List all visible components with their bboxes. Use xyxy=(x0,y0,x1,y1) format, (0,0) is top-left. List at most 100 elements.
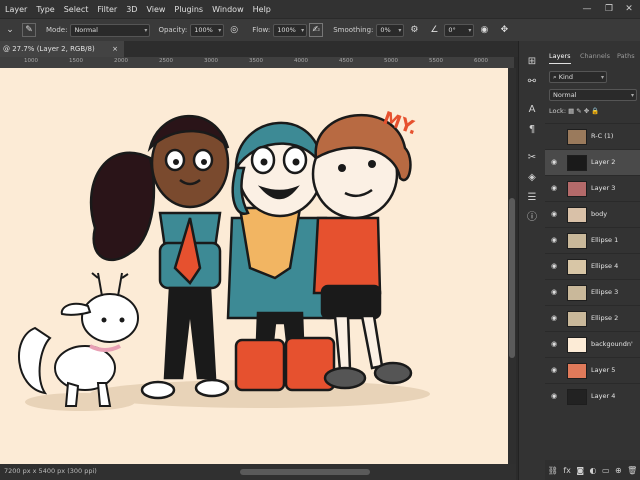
airbrush-icon[interactable]: ✍ xyxy=(309,23,324,37)
close-window-button[interactable]: ✕ xyxy=(618,0,640,18)
menu-type[interactable]: Type xyxy=(36,5,54,14)
adjust-icon[interactable]: ⚯ xyxy=(522,73,542,91)
symmetry-icon[interactable]: ✥ xyxy=(496,22,512,38)
tab-channels[interactable]: Channels xyxy=(580,49,610,63)
history-icon[interactable]: ⊞ xyxy=(522,53,542,71)
trash-icon[interactable]: 🗑 xyxy=(627,466,637,475)
layer-row[interactable]: ◉ Layer 3 xyxy=(545,175,640,202)
eye-icon[interactable]: ◉ xyxy=(551,366,559,374)
layer-row[interactable]: ◉ Ellipse 2 xyxy=(545,305,640,332)
layer-name: body xyxy=(591,210,608,218)
layers-icon[interactable]: ◈ xyxy=(522,169,542,187)
vertical-scrollbar[interactable] xyxy=(508,68,516,464)
layer-thumbnail xyxy=(567,181,587,197)
restore-button[interactable]: ❐ xyxy=(598,0,620,18)
eye-icon[interactable]: ◉ xyxy=(551,340,559,348)
lock-row: Lock: ▦ ✎ ✥ 🔒 xyxy=(549,107,637,117)
layer-row[interactable]: ◉ backgoundn' xyxy=(545,331,640,358)
layer-thumbnail xyxy=(567,311,587,327)
menu-view[interactable]: View xyxy=(146,5,165,14)
link-icon[interactable]: ⛓ xyxy=(548,466,558,475)
opacity-field[interactable]: 100% xyxy=(190,23,225,37)
info-icon[interactable]: ⓘ xyxy=(522,209,542,227)
menu-3d[interactable]: 3D xyxy=(126,5,137,14)
smoothing-field[interactable]: 0% xyxy=(376,23,405,37)
fx-icon[interactable]: fx xyxy=(563,466,571,475)
menu-layer[interactable]: Layer xyxy=(5,5,27,14)
ruler-mark: 4500 xyxy=(339,58,353,64)
eye-icon[interactable]: ◉ xyxy=(551,392,559,400)
menu-select[interactable]: Select xyxy=(64,5,89,14)
ruler-mark: 5500 xyxy=(429,58,443,64)
pressure-size-icon[interactable]: ◉ xyxy=(476,22,492,38)
layer-row[interactable]: ◉ Ellipse 4 xyxy=(545,253,640,280)
ruler-mark: 2500 xyxy=(159,58,173,64)
document-canvas[interactable]: MY. xyxy=(0,68,508,464)
options-bar: ⌄ ✎ Mode: Normal Opacity: 100% ◎ Flow: 1… xyxy=(0,18,640,42)
eye-icon[interactable]: ◉ xyxy=(551,262,559,270)
pressure-opacity-icon[interactable]: ◎ xyxy=(226,22,242,38)
tools-icon[interactable]: ✂ xyxy=(522,149,542,167)
layer-row[interactable]: ◉ Ellipse 3 xyxy=(545,279,640,306)
menu-filter[interactable]: Filter xyxy=(97,5,117,14)
layer-row[interactable]: ◉ Layer 2 xyxy=(545,149,640,176)
gear-icon[interactable]: ⚙ xyxy=(406,22,422,38)
ruler-mark: 4000 xyxy=(294,58,308,64)
properties-icon[interactable]: ☰ xyxy=(522,189,542,207)
minimize-button[interactable]: — xyxy=(576,0,598,18)
tab-paths[interactable]: Paths xyxy=(617,49,635,63)
eye-icon[interactable]: ◉ xyxy=(551,236,559,244)
close-tab-icon[interactable]: × xyxy=(112,41,118,57)
ruler-mark: 6000 xyxy=(474,58,488,64)
horizontal-scroll-thumb[interactable] xyxy=(240,469,370,475)
eye-icon[interactable]: ◉ xyxy=(551,210,559,218)
angle-field[interactable]: 0° xyxy=(444,23,475,37)
layer-thumbnail xyxy=(567,285,587,301)
character-frida xyxy=(89,114,230,400)
lock-icon[interactable]: ▦ ✎ ✥ 🔒 xyxy=(568,107,599,115)
layer-row[interactable]: ◉ body xyxy=(545,201,640,228)
mode-select[interactable]: Normal xyxy=(70,23,151,37)
layers-panel: Layers Channels Paths ⌕ Kind Normal Lock… xyxy=(545,41,640,480)
mode-label: Mode: xyxy=(46,26,68,34)
layer-row[interactable]: ◉ Ellipse 1 xyxy=(545,227,640,254)
eye-icon[interactable]: ◉ xyxy=(551,314,559,322)
kind-filter-select[interactable]: ⌕ Kind xyxy=(549,71,607,83)
layers-panel-footer: ⛓ fx ◙ ◐ ▭ ⊕ 🗑 xyxy=(545,460,640,480)
menu-help[interactable]: Help xyxy=(253,5,271,14)
layer-row[interactable]: ◉ Layer 5 xyxy=(545,357,640,384)
opacity-label: Opacity: xyxy=(158,26,188,34)
flow-field[interactable]: 100% xyxy=(273,23,308,37)
eye-icon[interactable]: ◉ xyxy=(551,184,559,192)
character-icon[interactable]: A xyxy=(522,101,542,119)
ruler-mark: 3000 xyxy=(204,58,218,64)
document-tab-bar: @ 27.7% (Layer 2, RGB/8) × xyxy=(0,41,520,57)
brush-preset-icon[interactable]: ✎ xyxy=(22,23,36,37)
layer-name: backgoundn' xyxy=(591,340,633,348)
menu-window[interactable]: Window xyxy=(212,5,244,14)
adjustment-icon[interactable]: ◐ xyxy=(590,466,597,475)
smoothing-label: Smoothing: xyxy=(333,26,374,34)
tab-layers[interactable]: Layers xyxy=(549,49,571,64)
blend-mode-select[interactable]: Normal xyxy=(549,89,637,101)
layer-name: Ellipse 3 xyxy=(591,288,619,296)
eye-icon[interactable]: ◉ xyxy=(551,158,559,166)
collapse-chevron-icon[interactable]: ⌄ xyxy=(2,22,18,38)
folder-icon[interactable]: ▭ xyxy=(602,466,610,475)
layer-name: Layer 2 xyxy=(591,158,616,166)
paragraph-icon[interactable]: ¶ xyxy=(522,121,542,139)
flow-label: Flow: xyxy=(252,26,271,34)
deer-shadow xyxy=(25,393,135,411)
menu-plugins[interactable]: Plugins xyxy=(174,5,203,14)
new-layer-icon[interactable]: ⊕ xyxy=(615,466,622,475)
mask-icon[interactable]: ◙ xyxy=(576,466,584,475)
document-tab[interactable]: @ 27.7% (Layer 2, RGB/8) × xyxy=(0,41,124,57)
document-title: @ 27.7% (Layer 2, RGB/8) xyxy=(3,45,95,53)
layer-thumbnail xyxy=(567,207,587,223)
eye-icon[interactable]: ◉ xyxy=(551,288,559,296)
layer-name: Ellipse 1 xyxy=(591,236,619,244)
layer-row[interactable]: ◉ Layer 4 xyxy=(545,383,640,410)
vertical-scroll-thumb[interactable] xyxy=(509,198,515,358)
ruler-mark: 2000 xyxy=(114,58,128,64)
layer-row[interactable]: R-C (1) xyxy=(545,123,640,150)
